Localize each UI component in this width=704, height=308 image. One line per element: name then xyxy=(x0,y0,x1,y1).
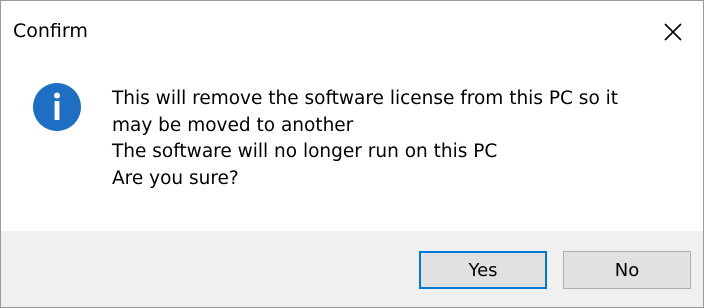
message-line: Are you sure? xyxy=(112,167,239,189)
message-line: may be moved to another xyxy=(112,114,354,136)
message-line: The software will no longer run on this … xyxy=(112,141,498,162)
no-button[interactable]: No xyxy=(563,251,691,289)
confirm-dialog: Confirm This will remove the software li… xyxy=(0,0,704,308)
message-text: This will remove the software license fr… xyxy=(112,86,672,192)
title-bar: Confirm xyxy=(1,1,703,63)
yes-button[interactable]: Yes xyxy=(419,251,547,289)
close-icon xyxy=(664,23,682,41)
message-line: This will remove the software license fr… xyxy=(112,88,619,109)
window-title: Confirm xyxy=(13,20,88,42)
close-button[interactable] xyxy=(643,1,703,63)
info-icon xyxy=(33,83,81,131)
